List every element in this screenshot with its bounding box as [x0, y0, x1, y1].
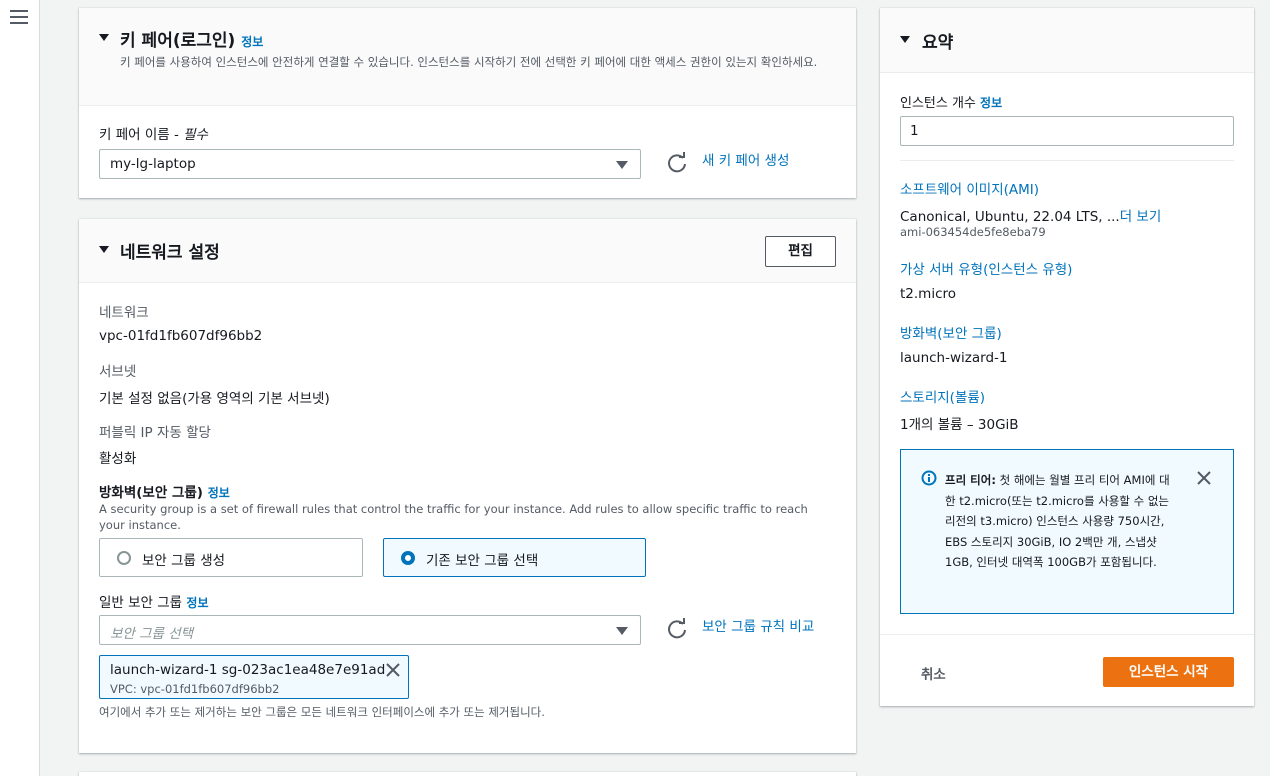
- security-group-placeholder: 보안 그룹 선택: [110, 626, 194, 642]
- common-sg-label: 일반 보안 그룹 정보: [99, 595, 209, 611]
- keypair-field-label: 키 페어 이름 - 필수: [99, 127, 208, 143]
- network-label: 네트워크: [99, 305, 149, 321]
- security-group-select[interactable]: 보안 그룹 선택: [99, 615, 641, 645]
- public-ip-value: 활성화: [99, 451, 137, 467]
- collapse-caret-icon[interactable]: [900, 36, 910, 43]
- instance-count-label: 인스턴스 개수 정보: [900, 96, 1003, 111]
- cancel-button[interactable]: 취소: [921, 663, 946, 683]
- ami-id: ami-063454de5fe8eba79: [900, 225, 1046, 239]
- radio-create-sg[interactable]: 보안 그룹 생성: [99, 538, 363, 577]
- subnet-value: 기본 설정 없음(가용 영역의 기본 서브넷): [99, 391, 330, 407]
- radio-existing-sg[interactable]: 기존 보안 그룹 선택: [383, 538, 646, 577]
- keypair-select[interactable]: my-lg-laptop: [99, 149, 641, 179]
- ami-link[interactable]: 소프트웨어 이미지(AMI): [900, 178, 1039, 198]
- collapse-caret-icon[interactable]: [99, 34, 109, 41]
- firewall-description: A security group is a set of firewall ru…: [99, 502, 808, 532]
- firewall-value: launch-wizard-1: [900, 350, 1008, 366]
- ami-more-link[interactable]: 더 보기: [1120, 209, 1162, 225]
- instance-count-info-link[interactable]: 정보: [980, 96, 1002, 110]
- caret-down-icon: [616, 161, 628, 169]
- collapse-caret-icon[interactable]: [99, 246, 109, 253]
- divider: [880, 634, 1254, 635]
- instance-type-value: t2.micro: [900, 286, 957, 302]
- free-tier-alert: 프리 티어: 첫 해에는 월별 프리 티어 AMI에 대한 t2.micro(또…: [900, 449, 1234, 614]
- refresh-icon[interactable]: [666, 152, 688, 174]
- keypair-info-link[interactable]: 정보: [241, 35, 263, 49]
- summary-title: 요약: [922, 33, 954, 53]
- keypair-description: 키 페어를 사용하여 인스턴스에 안전하게 연결할 수 있습니다. 인스턴스를 …: [120, 55, 818, 69]
- firewall-link[interactable]: 방화벽(보안 그룹): [900, 322, 1002, 342]
- security-group-token: launch-wizard-1 sg-023ac1ea48e7e91ad VPC…: [99, 655, 409, 699]
- launch-instance-button[interactable]: 인스턴스 시작: [1103, 657, 1234, 687]
- network-header[interactable]: 네트워크 설정 편집: [79, 219, 856, 283]
- network-title: 네트워크 설정: [120, 243, 220, 263]
- radio-existing-sg-label: 기존 보안 그룹 선택: [426, 553, 539, 569]
- radio-button-selected[interactable]: [401, 551, 415, 565]
- edit-button[interactable]: 편집: [765, 236, 836, 267]
- storage-link[interactable]: 스토리지(볼륨): [900, 386, 985, 406]
- refresh-icon[interactable]: [666, 618, 688, 640]
- menu-icon[interactable]: [10, 10, 28, 26]
- common-sg-info-link[interactable]: 정보: [186, 596, 208, 610]
- instance-type-link[interactable]: 가상 서버 유형(인스턴스 유형): [900, 258, 1072, 278]
- radio-create-sg-label: 보안 그룹 생성: [142, 553, 226, 569]
- radio-button[interactable]: [117, 551, 131, 565]
- summary-panel: 요약 인스턴스 개수 정보 1 소프트웨어 이미지(AMI) Canonical…: [880, 8, 1254, 706]
- divider: [900, 160, 1234, 161]
- info-circle-icon: [921, 470, 937, 486]
- network-panel: 네트워크 설정 편집 네트워크 vpc-01fd1fb607df96bb2 서브…: [79, 219, 856, 753]
- public-ip-label: 퍼블릭 IP 자동 할당: [99, 425, 211, 441]
- ami-value: Canonical, Ubuntu, 22.04 LTS, ...더 보기: [900, 209, 1162, 225]
- token-name: launch-wizard-1 sg-023ac1ea48e7e91ad: [110, 662, 386, 678]
- close-icon[interactable]: [386, 663, 400, 677]
- instance-count-input[interactable]: 1: [900, 116, 1234, 146]
- summary-header[interactable]: 요약: [880, 8, 1254, 73]
- firewall-label: 방화벽(보안 그룹) 정보: [99, 485, 230, 501]
- keypair-panel: 키 페어(로그인) 정보 키 페어를 사용하여 인스턴스에 안전하게 연결할 수…: [79, 8, 856, 198]
- subnet-label: 서브넷: [99, 364, 137, 380]
- firewall-info-link[interactable]: 정보: [208, 486, 230, 500]
- compare-sg-rules-link[interactable]: 보안 그룹 규칙 비교: [702, 615, 814, 635]
- keypair-title: 키 페어(로그인) 정보: [120, 31, 264, 51]
- security-group-footnote: 여기에서 추가 또는 제거하는 보안 그룹은 모든 네트워크 인터페이스에 추가…: [99, 705, 545, 719]
- next-panel: [79, 772, 856, 776]
- network-value: vpc-01fd1fb607df96bb2: [99, 328, 263, 344]
- close-icon[interactable]: [1197, 471, 1211, 485]
- caret-down-icon: [616, 627, 628, 635]
- storage-value: 1개의 볼륨 – 30GiB: [900, 417, 1019, 433]
- keypair-selected-value: my-lg-laptop: [110, 156, 196, 172]
- create-keypair-link[interactable]: 새 키 페어 생성: [702, 149, 789, 169]
- free-tier-text: 프리 티어: 첫 해에는 월별 프리 티어 AMI에 대한 t2.micro(또…: [945, 473, 1170, 569]
- keypair-header[interactable]: 키 페어(로그인) 정보 키 페어를 사용하여 인스턴스에 안전하게 연결할 수…: [79, 8, 856, 106]
- side-nav-rail: [0, 0, 40, 776]
- token-vpc: VPC: vpc-01fd1fb607df96bb2: [110, 682, 280, 696]
